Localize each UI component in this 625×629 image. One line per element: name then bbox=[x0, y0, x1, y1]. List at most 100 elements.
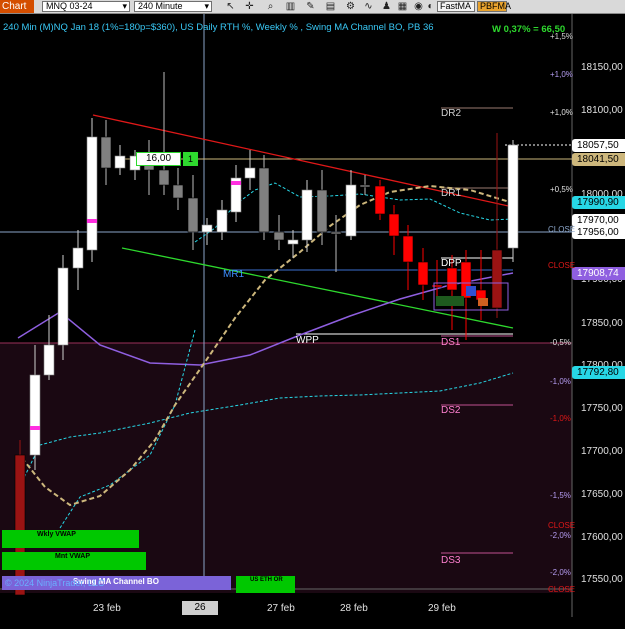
signal-marker bbox=[87, 219, 97, 223]
price-axis-label: 17600,00 bbox=[581, 532, 623, 543]
time-axis-label: 27 feb bbox=[267, 603, 295, 614]
crosshair-time-label: 26 06:45 bbox=[182, 601, 218, 627]
candle-body bbox=[158, 169, 170, 186]
weekly-pct-label: +1,5% bbox=[550, 32, 573, 41]
order-qty-input[interactable]: 16,00 1 bbox=[136, 152, 198, 166]
time-axis-label: 23 feb bbox=[93, 603, 121, 614]
weekly-vwap-label: Wkly VWAP bbox=[37, 531, 76, 538]
hide-icon[interactable]: ◐ bbox=[424, 0, 437, 13]
candle-body bbox=[330, 231, 342, 235]
daily-pct-label: -1,0% bbox=[550, 414, 571, 423]
weekly-pct-label: -2,0% bbox=[550, 568, 571, 577]
candle-body bbox=[86, 136, 98, 251]
last-price-tag: 18057,50 bbox=[572, 139, 625, 152]
order-qty-value: 16,00 bbox=[136, 152, 181, 166]
chevron-down-icon: ▾ bbox=[204, 1, 209, 11]
price-axis-label: 18100,00 bbox=[581, 105, 623, 116]
pivot-level-label: DR1 bbox=[441, 188, 462, 199]
candle-body bbox=[201, 224, 213, 233]
indicators-icon[interactable]: ∿ bbox=[362, 0, 375, 13]
channel-price-tag: 17908,74 bbox=[572, 267, 625, 280]
vwap-price-tag: 17990,90 bbox=[572, 196, 625, 209]
entry-zone-marker bbox=[466, 286, 476, 296]
pbfma-button[interactable]: PBFMA bbox=[477, 1, 511, 12]
daily-pct-label: CLOSE bbox=[548, 521, 576, 530]
pivot-level-label: DS1 bbox=[441, 337, 461, 348]
copyright-text: © 2024 NinjaTrader, LLC bbox=[5, 578, 105, 588]
weekly-vwap-box[interactable]: Wkly VWAP bbox=[2, 530, 139, 548]
pivot-level-label: DS2 bbox=[441, 405, 461, 416]
daily-pct-label: +1,0% bbox=[550, 108, 573, 117]
candle-body bbox=[100, 136, 112, 169]
candle-body bbox=[402, 235, 414, 263]
candle-body bbox=[374, 185, 386, 215]
signal-marker bbox=[231, 181, 241, 185]
eth-or-label: US ETH OR bbox=[250, 577, 283, 583]
fastma-button[interactable]: FastMA bbox=[437, 1, 475, 12]
candle-body bbox=[172, 184, 184, 199]
candle-body bbox=[187, 197, 199, 233]
candle-body bbox=[273, 231, 285, 241]
candle-body bbox=[491, 249, 503, 309]
toolbar: Chart MNQ 03-24 ▾ 240 Minute ▾ ↖ ✛ ⌕ ▥ ✎ ▤… bbox=[0, 0, 625, 14]
crosshair-price-tag: 17956,00 bbox=[572, 226, 625, 239]
daily-pct-label: CLOSE bbox=[548, 261, 576, 270]
entry-zone-fill bbox=[436, 296, 464, 306]
order-count-badge[interactable]: 1 bbox=[183, 152, 198, 166]
weekly-pct-label: -1,0% bbox=[550, 377, 571, 386]
chevron-down-icon: ▾ bbox=[122, 1, 127, 11]
instrument-select[interactable]: MNQ 03-24 ▾ bbox=[42, 1, 130, 12]
price-axis-label: 17700,00 bbox=[581, 446, 623, 457]
time-axis-label: 28 feb bbox=[340, 603, 368, 614]
candle-body bbox=[301, 189, 313, 241]
monthly-vwap-box[interactable]: Mnt VWAP bbox=[2, 552, 146, 570]
bar-style-icon[interactable]: ▥ bbox=[284, 0, 297, 13]
weekly-pct-label: +1,0% bbox=[550, 70, 573, 79]
candle-body bbox=[258, 167, 270, 233]
candle-body bbox=[388, 213, 400, 237]
candle-body bbox=[287, 239, 299, 245]
cursor-icon[interactable]: ↖ bbox=[224, 0, 237, 13]
data-series-icon[interactable]: ▤ bbox=[324, 0, 337, 13]
candle-body bbox=[507, 144, 519, 249]
chart-tab[interactable]: Chart bbox=[0, 0, 34, 13]
strategies-icon[interactable]: ♟ bbox=[380, 0, 393, 13]
interval-value: 240 Minute bbox=[138, 1, 183, 11]
price-axis-label: 17750,00 bbox=[581, 403, 623, 414]
candle-body bbox=[244, 167, 256, 179]
pivot-level-label: MR1 bbox=[223, 269, 245, 280]
pivot-level-label: WPP bbox=[296, 335, 319, 346]
time-axis-label: 29 feb bbox=[428, 603, 456, 614]
candle-body bbox=[446, 267, 458, 291]
crosshair-icon[interactable]: ✛ bbox=[243, 0, 256, 13]
drawing-tools-icon[interactable]: ✎ bbox=[304, 0, 317, 13]
price-axis-label: 17550,00 bbox=[581, 574, 623, 585]
candle-body bbox=[417, 261, 429, 286]
daily-pct-label: CLOSE bbox=[548, 225, 576, 234]
lower-band-price-tag: 17792,80 bbox=[572, 366, 625, 379]
candle-body bbox=[359, 184, 371, 188]
templates-icon[interactable]: ▦ bbox=[396, 0, 409, 13]
candle-body bbox=[29, 374, 41, 456]
properties-icon[interactable]: ⚙ bbox=[344, 0, 357, 13]
candle-body bbox=[14, 454, 26, 596]
daily-pct-label: CLOSE bbox=[548, 585, 576, 594]
candle-body bbox=[57, 267, 69, 346]
weekly-pct-label: +0,5% bbox=[550, 185, 573, 194]
candle-body bbox=[72, 247, 84, 269]
price-axis-label: 18150,00 bbox=[581, 62, 623, 73]
weekly-pct-label: -1,5% bbox=[550, 491, 571, 500]
weekly-pct-label: -2,0% bbox=[550, 531, 571, 540]
daily-pct-label: -0,5% bbox=[550, 338, 571, 347]
ma-price-tag: 18041,50 bbox=[572, 153, 625, 166]
pivot-level-label: DS3 bbox=[441, 555, 461, 566]
candle-body bbox=[316, 189, 328, 233]
candle-body bbox=[114, 155, 126, 169]
interval-select[interactable]: 240 Minute ▾ bbox=[134, 1, 212, 12]
eth-or-box[interactable]: US ETH OR bbox=[236, 576, 295, 593]
price-chart[interactable] bbox=[0, 14, 625, 617]
entry-zone-marker bbox=[478, 298, 488, 306]
zoom-icon[interactable]: ⌕ bbox=[264, 0, 277, 13]
instrument-value: MNQ 03-24 bbox=[46, 1, 93, 11]
candle-body bbox=[43, 344, 55, 376]
